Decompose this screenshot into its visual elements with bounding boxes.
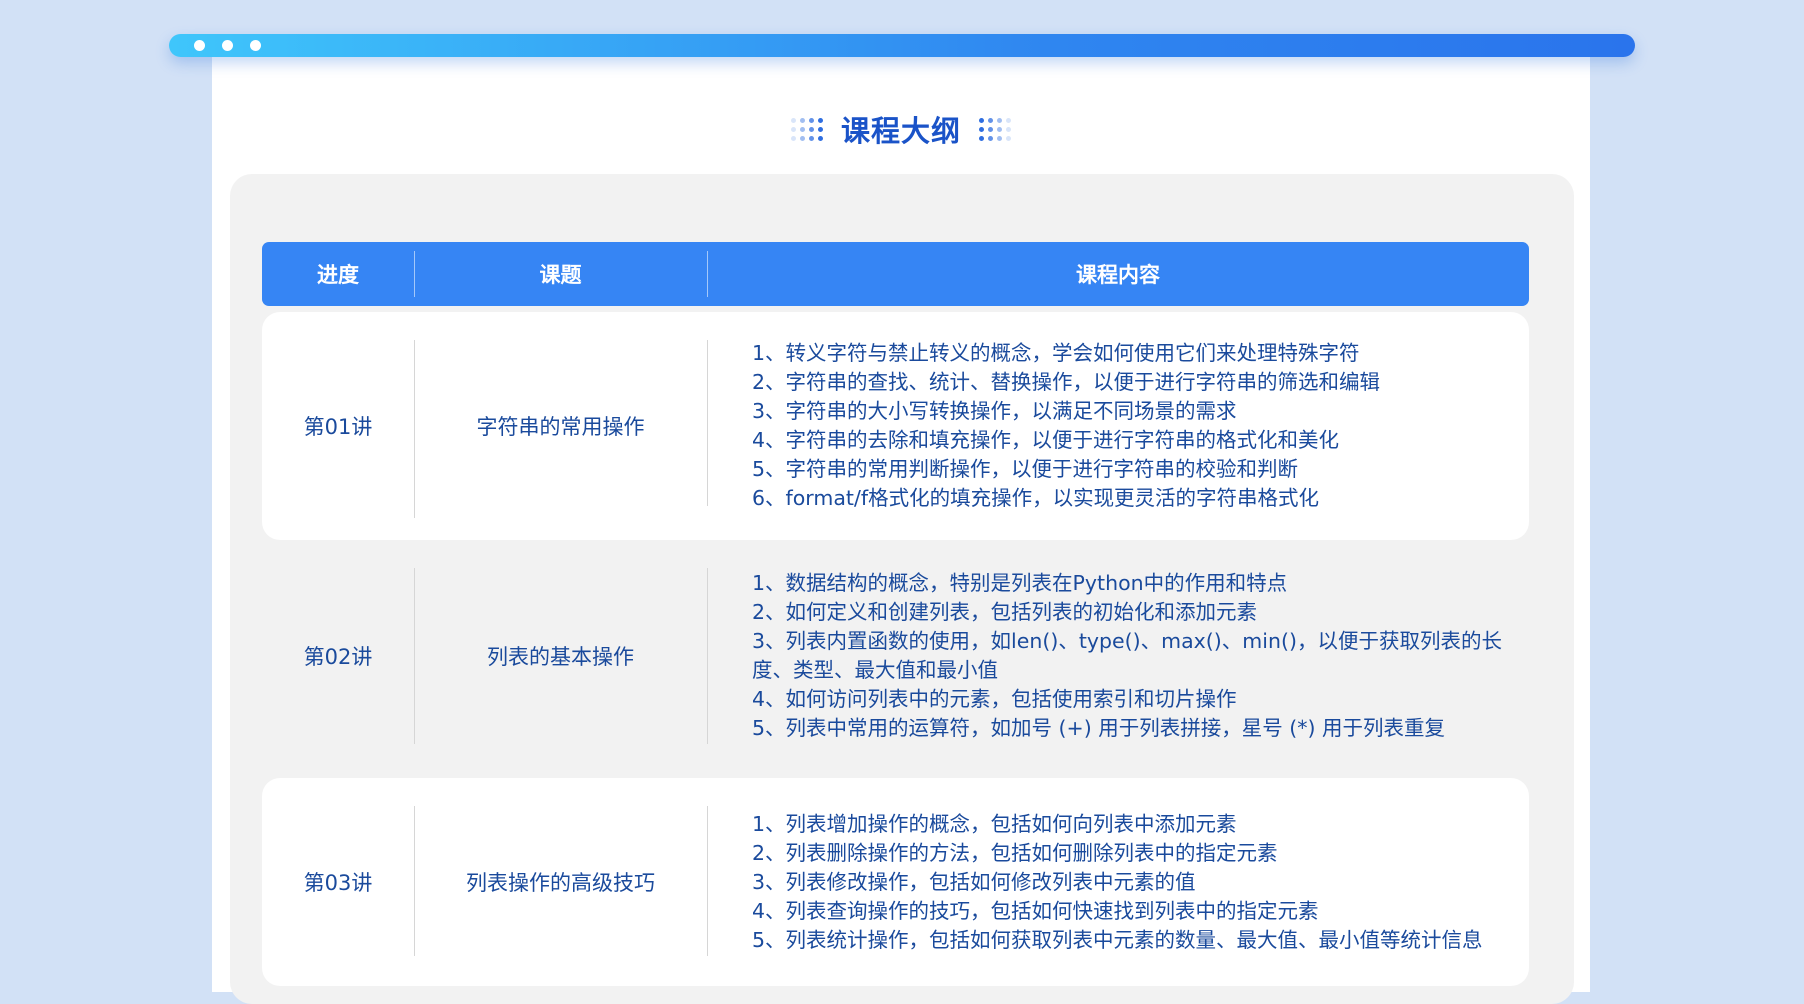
content-card: 课程大纲 进度 课题 课程内容 第01讲 字符串的常用操作 1、转义字符与禁止转…	[212, 56, 1590, 1004]
content-line: 1、转义字符与禁止转义的概念，学会如何使用它们来处理特殊字符	[752, 341, 1360, 365]
dot-grid-icon	[790, 117, 823, 141]
row-topic: 字符串的常用操作	[476, 415, 645, 439]
dot-grid-icon	[979, 117, 1011, 141]
page-title: 课程大纲	[840, 114, 961, 148]
row-topic: 列表操作的高级技巧	[466, 871, 655, 895]
header-topic: 课题	[539, 263, 582, 287]
column-divider	[707, 568, 708, 744]
content-line: 3、字符串的大小写转换操作，以满足不同场景的需求	[752, 399, 1237, 423]
content-line: 4、如何访问列表中的元素，包括使用索引和切片操作	[752, 687, 1237, 711]
content-line: 5、列表中常用的运算符，如加号 (+) 用于列表拼接，星号 (*) 用于列表重复	[752, 716, 1446, 740]
row-content: 1、数据结构的概念，特别是列表在Python中的作用和特点 2、如何定义和创建列…	[752, 540, 1512, 772]
syllabus-panel: 进度 课题 课程内容 第01讲 字符串的常用操作 1、转义字符与禁止转义的概念，…	[230, 174, 1574, 1004]
content-line: 度、类型、最大值和最小值	[752, 658, 998, 682]
content-line: 2、列表删除操作的方法，包括如何删除列表中的指定元素	[752, 840, 1278, 865]
row-progress: 第03讲	[303, 871, 373, 895]
content-line: 4、列表查询操作的技巧，包括如何快速找到列表中的指定元素	[752, 898, 1319, 923]
table-row: 第03讲 列表操作的高级技巧 1、列表增加操作的概念，包括如何向列表中添加元素 …	[262, 778, 1529, 986]
row-content: 1、转义字符与禁止转义的概念，学会如何使用它们来处理特殊字符 2、字符串的查找、…	[752, 312, 1512, 540]
row-content: 1、列表增加操作的概念，包括如何向列表中添加元素 2、列表删除操作的方法，包括如…	[752, 778, 1512, 986]
table-row: 第01讲 字符串的常用操作 1、转义字符与禁止转义的概念，学会如何使用它们来处理…	[262, 312, 1529, 540]
header-progress: 进度	[317, 263, 359, 287]
page-header: 课程大纲	[212, 101, 1590, 157]
content-line: 2、如何定义和创建列表，包括列表的初始化和添加元素	[752, 600, 1258, 624]
window-dot-icon[interactable]	[194, 40, 205, 51]
column-divider	[707, 806, 708, 956]
content-line: 6、format/f格式化的填充操作，以实现更灵活的字符串格式化	[752, 486, 1320, 510]
content-line: 5、列表统计操作，包括如何获取列表中元素的数量、最大值、最小值等统计信息	[752, 927, 1483, 952]
table-header: 进度 课题 课程内容	[262, 242, 1529, 306]
window-title-bar	[169, 34, 1635, 57]
content-line: 3、列表内置函数的使用，如len()、type()、max()、min()，以便…	[752, 629, 1502, 653]
row-progress: 第01讲	[303, 415, 373, 439]
column-divider	[707, 340, 708, 506]
content-line: 1、数据结构的概念，特别是列表在Python中的作用和特点	[752, 571, 1288, 595]
content-line: 1、列表增加操作的概念，包括如何向列表中添加元素	[752, 811, 1237, 836]
header-content: 课程内容	[1076, 263, 1160, 287]
row-progress: 第02讲	[303, 645, 373, 669]
table-row: 第02讲 列表的基本操作 1、数据结构的概念，特别是列表在Python中的作用和…	[262, 540, 1529, 772]
window-dot-icon[interactable]	[222, 40, 233, 51]
content-line: 2、字符串的查找、统计、替换操作，以便于进行字符串的筛选和编辑	[752, 370, 1381, 394]
row-topic: 列表的基本操作	[487, 645, 634, 669]
content-line: 3、列表修改操作，包括如何修改列表中元素的值	[752, 869, 1196, 894]
content-line: 4、字符串的去除和填充操作，以便于进行字符串的格式化和美化	[752, 428, 1340, 452]
content-line: 5、字符串的常用判断操作，以便于进行字符串的校验和判断	[752, 457, 1299, 481]
window-dot-icon[interactable]	[250, 40, 261, 51]
